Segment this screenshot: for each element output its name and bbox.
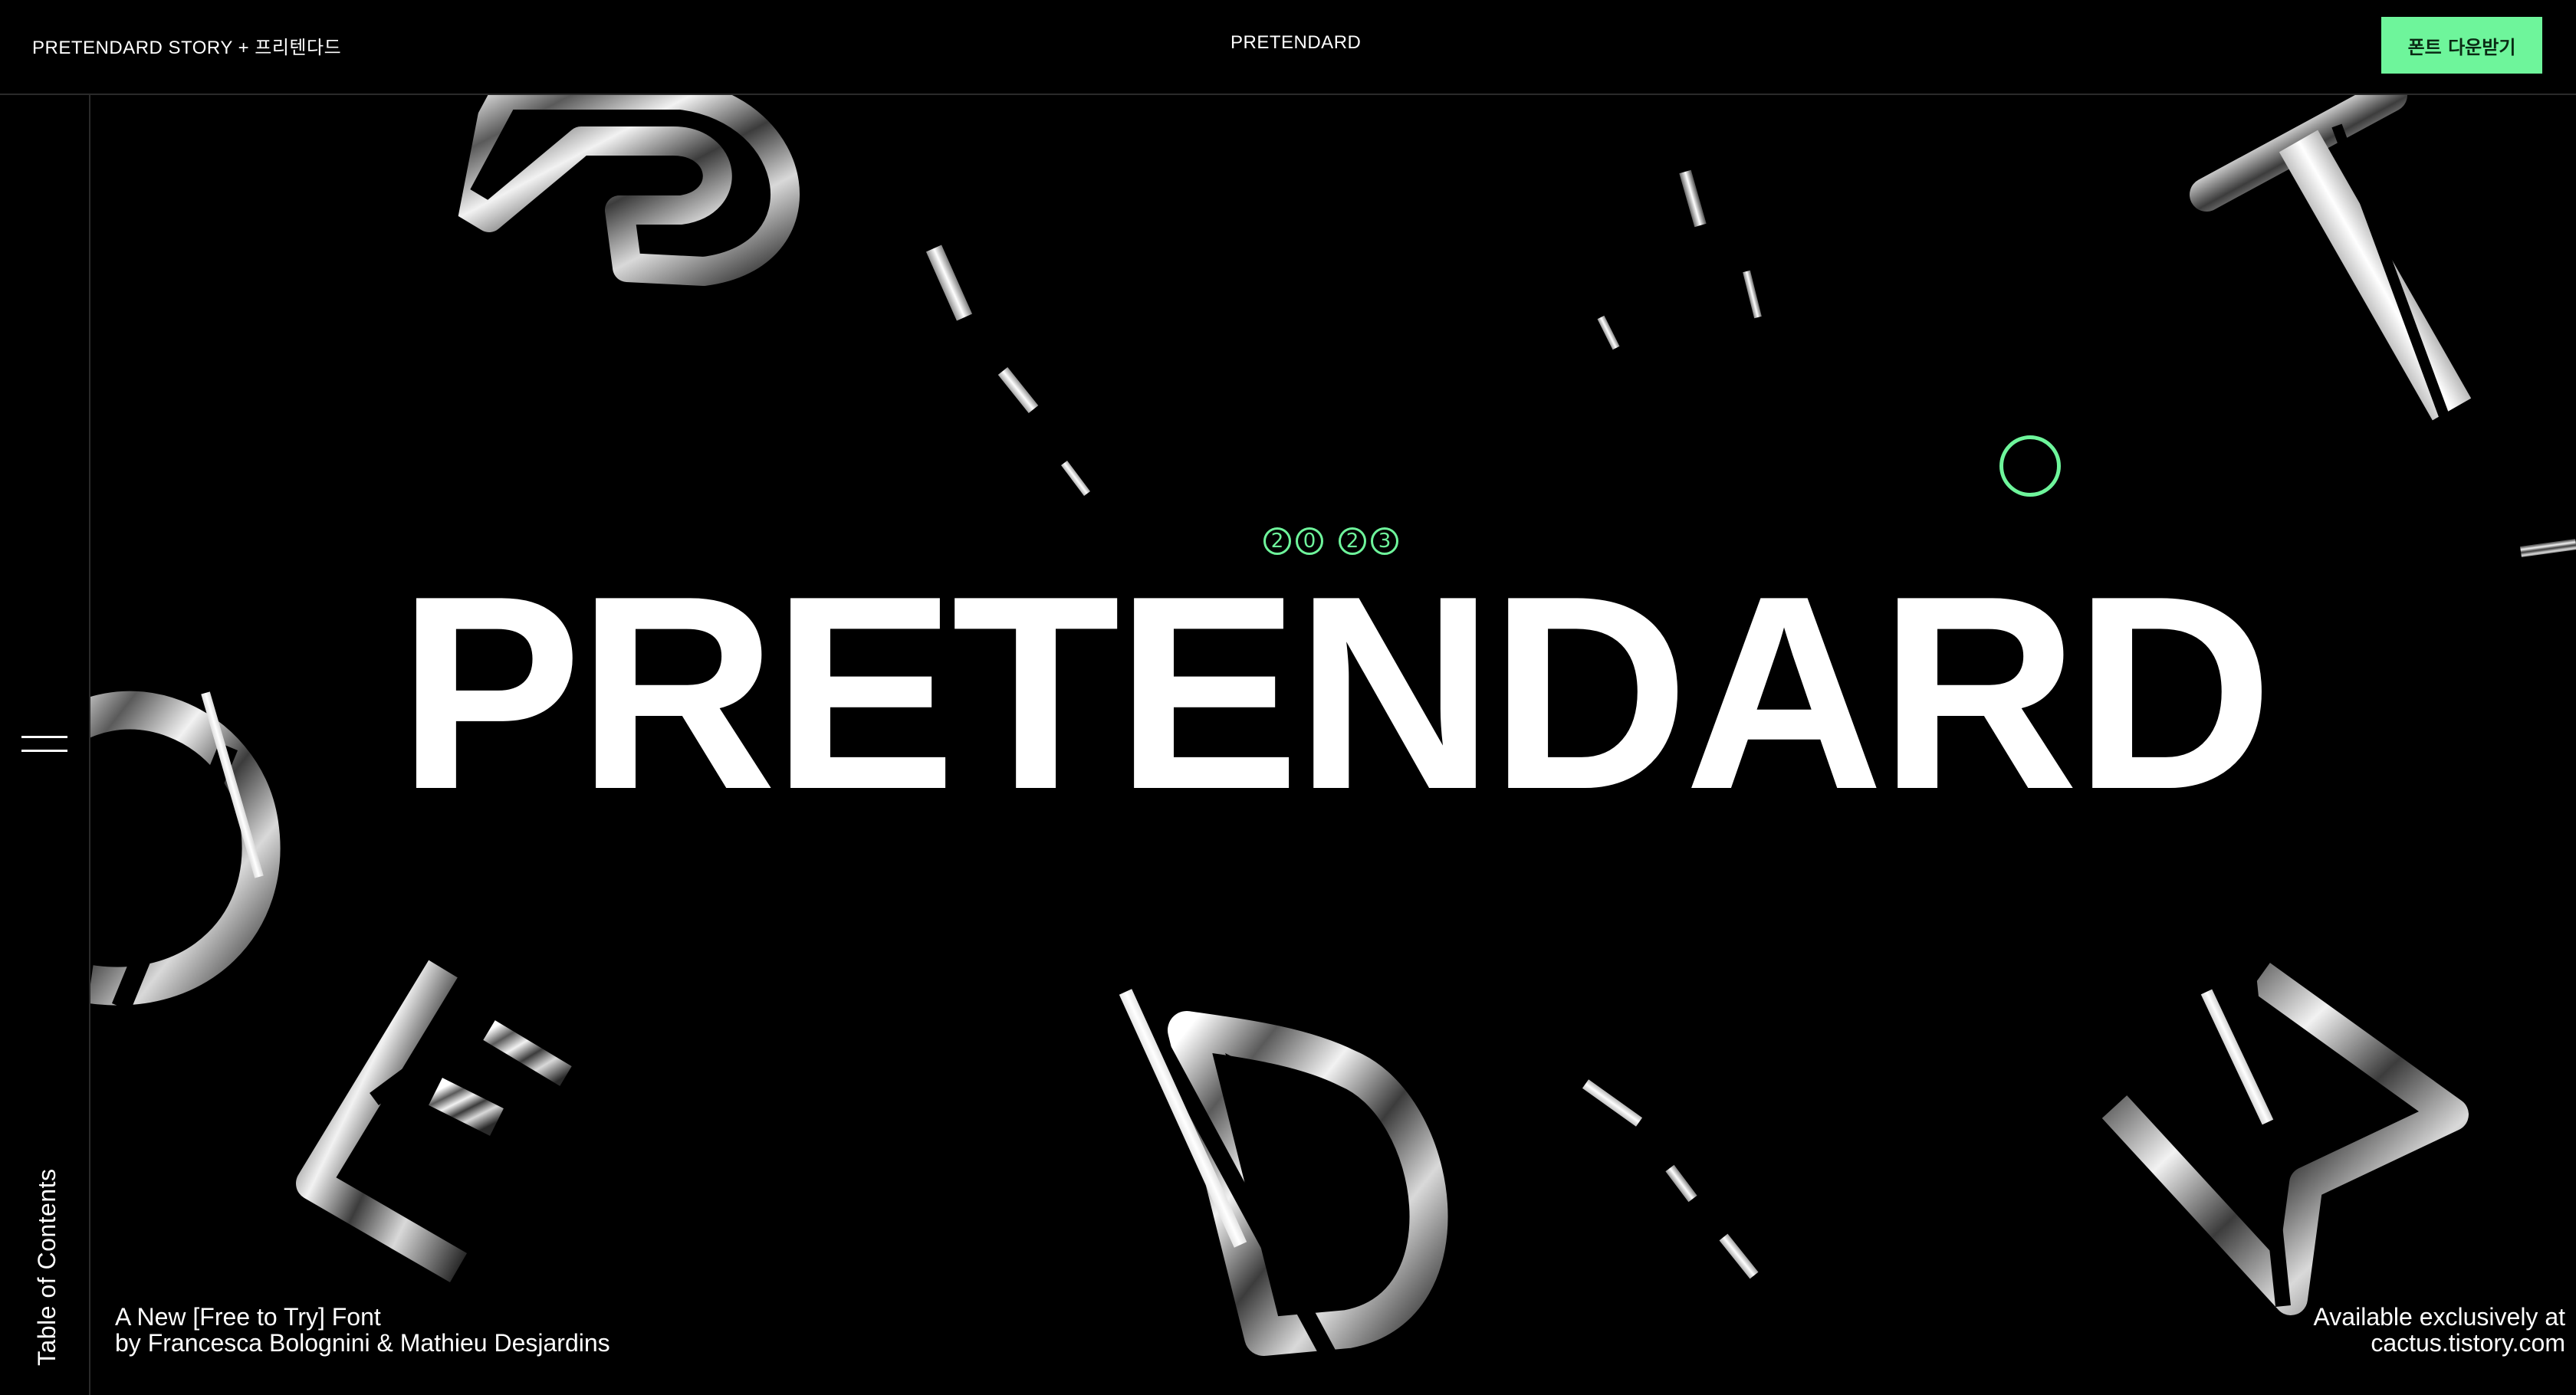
sidebar: Table of Contents xyxy=(0,95,90,1395)
availability-line: Available exclusively at xyxy=(2313,1303,2565,1331)
availability-note: Available exclusively at cactus.tistory.… xyxy=(2314,1303,2565,1355)
hero-section: 2 0 2 3 PRETENDARD A New [Free to Try] F… xyxy=(90,95,2576,1395)
chrome-letter-p-top-left xyxy=(397,95,1090,496)
hamburger-menu-icon[interactable] xyxy=(21,733,67,756)
chrome-fragments-top-center xyxy=(1597,169,1762,350)
availability-link[interactable]: cactus.tistory.com xyxy=(2314,1331,2565,1355)
chrome-letter-e-bottom-left xyxy=(296,960,572,1283)
table-of-contents-toggle[interactable]: Table of Contents xyxy=(33,1168,61,1366)
site-title[interactable]: PRETENDARD xyxy=(1230,32,1361,54)
tagline-line: A New [Free to Try] Font xyxy=(115,1303,381,1331)
brand-story-link[interactable]: PRETENDARD STORY + 프리텐다드 xyxy=(32,32,341,59)
font-download-button[interactable]: 폰트 다운받기 xyxy=(2381,17,2542,74)
chrome-letter-t-top-right xyxy=(2190,95,2576,557)
chrome-letter-d-bottom-center xyxy=(1119,989,1759,1395)
chrome-letter-n-bottom-right xyxy=(2101,937,2469,1315)
top-navigation-bar: PRETENDARD STORY + 프리텐다드 PRETENDARD 폰트 다… xyxy=(0,0,2576,95)
author-line: by Francesca Bolognini & Mathieu Desjard… xyxy=(115,1329,610,1357)
font-tagline: A New [Free to Try] Font by Francesca Bo… xyxy=(115,1303,610,1355)
hero-headline: PRETENDARD xyxy=(397,539,2273,847)
cursor-ring-icon xyxy=(1999,435,2061,497)
